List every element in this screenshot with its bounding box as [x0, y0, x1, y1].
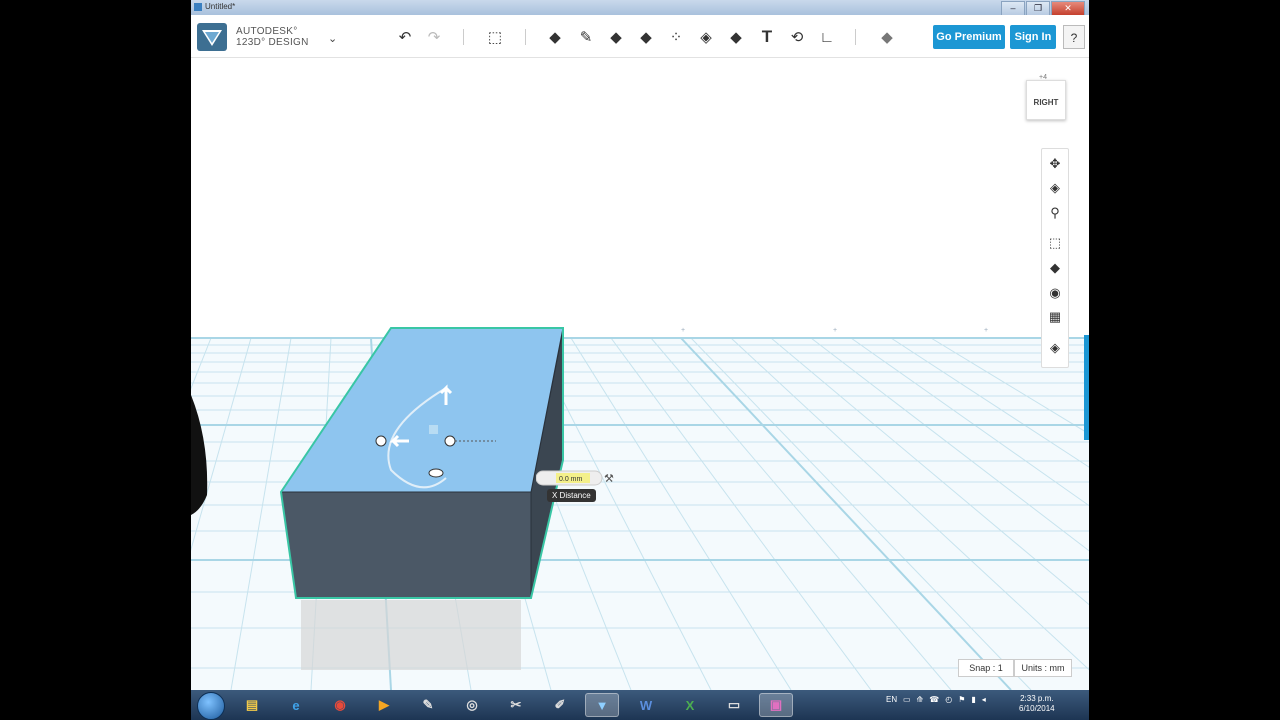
- x-distance-input[interactable]: 0.0 mm ⚒: [535, 470, 620, 486]
- combine-icon[interactable]: ◆: [724, 25, 748, 49]
- snap-setting[interactable]: Snap : 1: [958, 659, 1014, 677]
- transform-icon[interactable]: ⬚: [483, 25, 507, 49]
- disk-utility-icon[interactable]: ◎: [455, 693, 489, 717]
- pattern-icon[interactable]: ⁘: [664, 25, 688, 49]
- brand-product: 123D° DESIGN: [236, 37, 309, 48]
- brand-autodesk: AUTODESK°: [236, 26, 298, 37]
- grid-marker: +: [833, 327, 837, 334]
- go-premium-button[interactable]: Go Premium: [933, 25, 1005, 49]
- grid-marker: +: [984, 327, 988, 334]
- projector-icon[interactable]: ▭: [717, 693, 751, 717]
- orbit-icon[interactable]: ◈: [1046, 179, 1064, 197]
- sketch-icon[interactable]: ✎: [574, 25, 598, 49]
- close-button[interactable]: ✕: [1051, 1, 1085, 16]
- grid-marker: +: [681, 327, 685, 334]
- minimize-button[interactable]: –: [1001, 1, 1025, 16]
- app-window: Untitled* – ❐ ✕ AUTODESK° 123D° DESIGN ⌄…: [191, 0, 1089, 690]
- view-cube-icon[interactable]: ◆: [1046, 259, 1064, 277]
- rotate-handle-bottom[interactable]: [428, 468, 444, 478]
- toolbar-separator: [525, 29, 526, 45]
- rotate-handle-left[interactable]: [375, 435, 387, 447]
- snap-icon[interactable]: ⟲: [785, 25, 809, 49]
- clock-time: 2:33 p.m.: [1020, 694, 1054, 703]
- window-title: Untitled*: [205, 2, 236, 11]
- svg-text:0.0 mm: 0.0 mm: [559, 476, 583, 483]
- x-distance-label: X Distance: [547, 489, 596, 502]
- box-front-face: [280, 491, 532, 599]
- excel-icon[interactable]: X: [673, 693, 707, 717]
- help-button[interactable]: ?: [1063, 25, 1085, 49]
- measure-icon[interactable]: ∟: [815, 25, 839, 49]
- chrome-icon[interactable]: ◉: [323, 693, 357, 717]
- construct-icon[interactable]: ◆: [604, 25, 628, 49]
- internet-explorer-icon[interactable]: e: [279, 693, 313, 717]
- utility-icon[interactable]: ✐: [543, 693, 577, 717]
- windows-taskbar: ▤ e ◉ ▶ ✎ ◎ ✂ ✐ ▼ W X ▭ ▣ EN ▭⟰☎◴⚑▮◂ 2:3…: [191, 690, 1089, 720]
- 123d-design-taskbar-icon[interactable]: ▼: [585, 693, 619, 717]
- title-bar: Untitled* – ❐ ✕: [191, 0, 1089, 16]
- side-panel-handle[interactable]: [1084, 335, 1089, 440]
- rotate-handle-right[interactable]: [444, 435, 456, 447]
- modify-icon[interactable]: ◆: [634, 25, 658, 49]
- redo-button[interactable]: ↷: [422, 25, 446, 49]
- navigation-panel: ✥ ◈ ⚲ ⬚ ◆ ◉ ▦ ◈: [1041, 148, 1069, 368]
- grouping-icon[interactable]: ◈: [694, 25, 718, 49]
- clock-date: 6/10/2014: [1019, 704, 1055, 713]
- box-shadow: [301, 600, 521, 670]
- zoom-icon[interactable]: ⚲: [1046, 204, 1064, 222]
- view-cube[interactable]: RIGHT: [1026, 80, 1066, 120]
- system-tray-icons[interactable]: ▭⟰☎◴⚑▮◂: [903, 695, 992, 704]
- explorer-icon[interactable]: ▤: [235, 693, 269, 717]
- center-handle[interactable]: [429, 425, 438, 434]
- sign-in-button[interactable]: Sign In: [1010, 25, 1056, 49]
- media-player-icon[interactable]: ▶: [367, 693, 401, 717]
- clock[interactable]: 2:33 p.m. 6/10/2014: [1019, 694, 1055, 714]
- app-icon: [194, 3, 202, 11]
- language-indicator[interactable]: EN: [886, 695, 897, 704]
- primitives-icon[interactable]: ◆: [543, 25, 567, 49]
- material-icon[interactable]: ◆: [875, 25, 899, 49]
- material-view-icon[interactable]: ▦: [1046, 308, 1064, 326]
- paint-icon[interactable]: ✎: [411, 693, 445, 717]
- main-toolbar: AUTODESK° 123D° DESIGN ⌄ ↶ ↷ ⬚ ◆ ✎ ◆ ◆ ⁘…: [191, 15, 1089, 58]
- visibility-icon[interactable]: ◉: [1046, 284, 1064, 302]
- maximize-button[interactable]: ❐: [1026, 1, 1050, 16]
- main-menu-caret[interactable]: ⌄: [328, 32, 337, 45]
- app-logo[interactable]: [197, 23, 227, 51]
- units-setting[interactable]: Units : mm: [1014, 659, 1072, 677]
- x-distance-input-group: 0.0 mm ⚒: [535, 470, 620, 491]
- pin-icon: ⚒: [604, 473, 614, 485]
- window-controls: – ❐ ✕: [1001, 1, 1085, 16]
- undo-button[interactable]: ↶: [393, 25, 417, 49]
- start-button[interactable]: [197, 692, 225, 720]
- fit-icon[interactable]: ⬚: [1046, 234, 1064, 252]
- 3d-viewport[interactable]: + + +: [191, 57, 1089, 690]
- text-icon[interactable]: T: [755, 25, 779, 49]
- paint-tool-icon[interactable]: ✂: [499, 693, 533, 717]
- toolbar-separator: [463, 29, 464, 45]
- pan-icon[interactable]: ✥: [1046, 155, 1064, 173]
- toolbar-separator: [855, 29, 856, 45]
- snap-view-icon[interactable]: ◈: [1046, 339, 1064, 357]
- word-icon[interactable]: W: [629, 693, 663, 717]
- presentation-icon[interactable]: ▣: [759, 693, 793, 717]
